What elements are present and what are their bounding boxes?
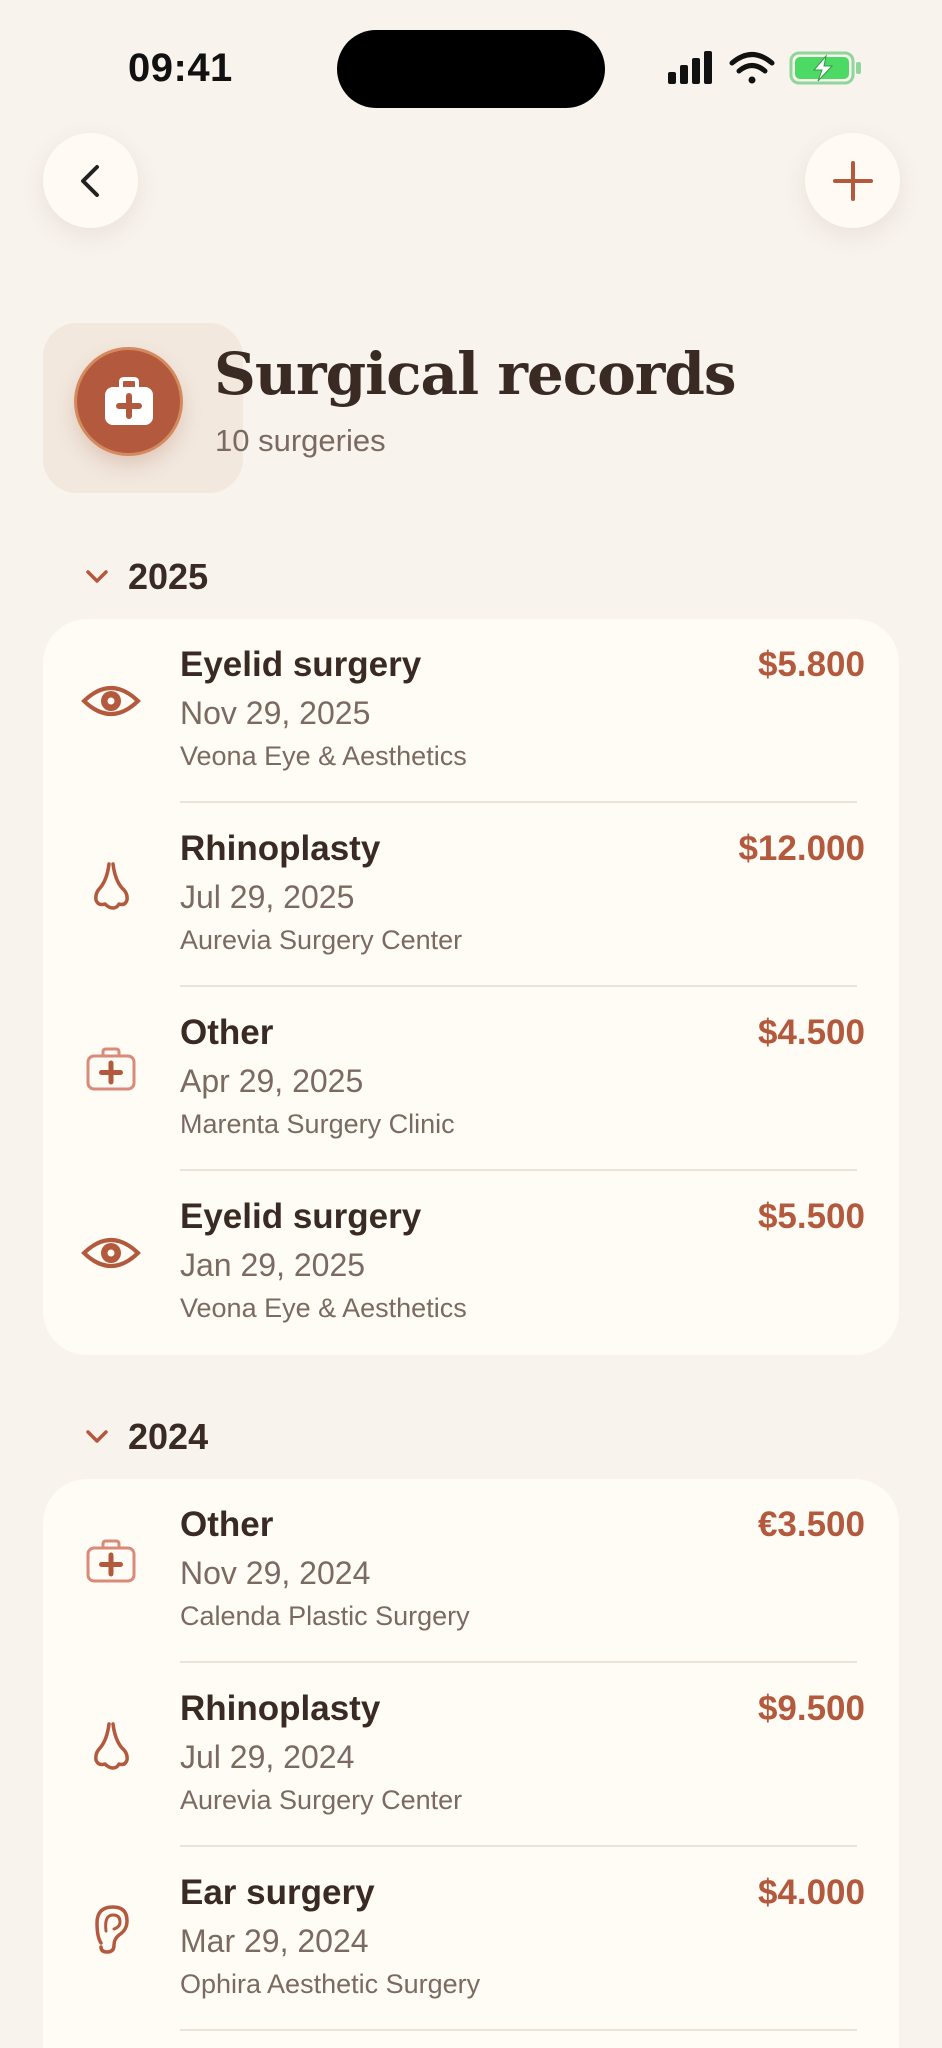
surgery-row[interactable]: Eyelid surgery Jan 29, 2025 Veona Eye & … <box>43 1171 899 1355</box>
surgery-row[interactable]: Other Apr 29, 2025 Marenta Surgery Clini… <box>43 987 899 1171</box>
clinic-name: Aurevia Surgery Center <box>180 925 463 955</box>
surgery-date: Mar 29, 2024 <box>180 1923 369 1959</box>
year-section-toggle-2024[interactable]: 2024 <box>82 1416 208 1458</box>
surgery-row[interactable]: Ear surgery Mar 29, 2024 Ophira Aestheti… <box>43 1847 899 2031</box>
surgery-price: $4.500 <box>757 1013 865 1052</box>
surgery-row[interactable]: Rhinoplasty Jul 29, 2024 Aurevia Surgery… <box>43 1663 899 1847</box>
clinic-name: Veona Eye & Aesthetics <box>180 741 467 771</box>
add-surgery-button[interactable] <box>805 133 900 228</box>
eye-icon <box>79 669 143 733</box>
surgery-price: €3.500 <box>757 1505 865 1544</box>
surgery-price: $4.000 <box>757 1873 865 1912</box>
surgical-records-screen: 09:41 Surgical records 10 surgeries 2025… <box>0 0 942 2048</box>
back-button[interactable] <box>43 133 138 228</box>
surgery-list-2024: Other Nov 29, 2024 Calenda Plastic Surge… <box>43 1479 899 2048</box>
surgery-name: Other <box>180 1505 274 1544</box>
surgery-name: Eyelid surgery <box>180 1197 422 1236</box>
surgery-row[interactable]: Rhinoplasty Jul 29, 2025 Aurevia Surgery… <box>43 803 899 987</box>
year-label: 2024 <box>128 1416 209 1457</box>
surgery-date: Nov 29, 2025 <box>180 695 371 731</box>
medical-kit-icon <box>79 1529 143 1593</box>
ear-icon <box>79 1897 143 1961</box>
surgery-count: 10 surgeries <box>215 423 386 458</box>
dynamic-island <box>337 30 605 108</box>
surgery-row[interactable]: Other Nov 29, 2024 Calenda Plastic Surge… <box>43 1479 899 1663</box>
year-label: 2025 <box>128 556 209 597</box>
medical-kit-icon <box>77 350 180 453</box>
surgery-name: Rhinoplasty <box>180 1689 381 1728</box>
chevron-down-icon <box>82 562 112 592</box>
clinic-name: Veona Eye & Aesthetics <box>180 1293 467 1323</box>
year-section-toggle-2025[interactable]: 2025 <box>82 556 208 598</box>
surgery-price: $5.800 <box>757 645 865 684</box>
battery-charging-icon <box>789 51 861 85</box>
chevron-down-icon <box>82 1422 112 1452</box>
clinic-name: Aurevia Surgery Center <box>180 1785 463 1815</box>
surgery-name: Other <box>180 1013 274 1052</box>
clinic-name: Marenta Surgery Clinic <box>180 1109 455 1139</box>
surgery-name: Eyelid surgery <box>180 645 422 684</box>
surgery-name: Rhinoplasty <box>180 829 381 868</box>
surgery-list-2025: Eyelid surgery Nov 29, 2025 Veona Eye & … <box>43 619 899 1355</box>
chevron-left-icon <box>80 164 99 197</box>
surgery-price: $9.500 <box>757 1689 865 1728</box>
nose-icon <box>79 1713 143 1777</box>
surgery-name: Ear surgery <box>180 1873 375 1912</box>
surgery-row[interactable]: Eyelid surgery Nov 29, 2025 Veona Eye & … <box>43 619 899 803</box>
plus-icon <box>832 160 873 201</box>
row-divider <box>180 2029 857 2031</box>
cellular-signal-icon <box>668 51 712 84</box>
status-time: 09:41 <box>128 46 233 90</box>
medical-kit-icon <box>79 1037 143 1101</box>
clinic-name: Calenda Plastic Surgery <box>180 1601 470 1631</box>
nose-icon <box>79 853 143 917</box>
surgery-price: $12.000 <box>738 829 865 868</box>
surgery-date: Apr 29, 2025 <box>180 1063 364 1099</box>
surgery-date: Nov 29, 2024 <box>180 1555 371 1591</box>
page-title: Surgical records <box>214 340 737 408</box>
surgery-date: Jul 29, 2024 <box>180 1739 355 1775</box>
wifi-icon <box>729 52 775 84</box>
surgery-date: Jan 29, 2025 <box>180 1247 366 1283</box>
eye-icon <box>79 1221 143 1285</box>
clinic-name: Ophira Aesthetic Surgery <box>180 1969 481 1999</box>
surgery-price: $5.500 <box>757 1197 865 1236</box>
surgery-date: Jul 29, 2025 <box>180 879 355 915</box>
status-icons <box>668 51 861 85</box>
